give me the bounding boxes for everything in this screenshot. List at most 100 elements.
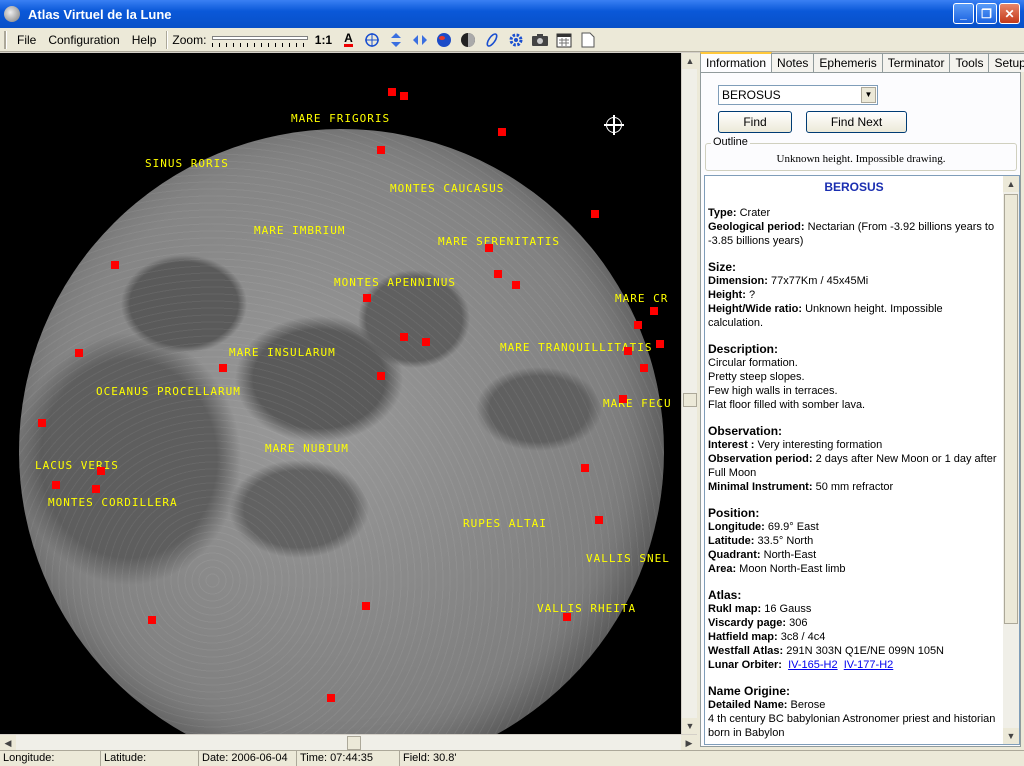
feature-marker[interactable] — [362, 602, 370, 610]
feature-marker[interactable] — [422, 338, 430, 346]
map-label[interactable]: MARE FRIGORIS — [291, 112, 390, 125]
feature-marker[interactable] — [75, 349, 83, 357]
scroll-right-icon[interactable]: ▶ — [681, 735, 697, 751]
camera-icon[interactable] — [529, 30, 551, 50]
feature-marker[interactable] — [148, 616, 156, 624]
map-label[interactable]: SINUS RORIS — [145, 157, 229, 170]
feature-marker[interactable] — [498, 128, 506, 136]
feature-marker[interactable] — [400, 333, 408, 341]
tab-setup[interactable]: Setup — [988, 53, 1024, 72]
close-button[interactable]: ✕ — [999, 3, 1020, 24]
feature-marker[interactable] — [591, 210, 599, 218]
feature-marker[interactable] — [563, 613, 571, 621]
scroll-up-icon[interactable]: ▲ — [1003, 176, 1019, 192]
tab-tools[interactable]: Tools — [949, 53, 990, 72]
scroll-thumb[interactable] — [1004, 194, 1018, 624]
flip-vertical-icon[interactable] — [385, 30, 407, 50]
feature-marker[interactable] — [377, 146, 385, 154]
calendar-icon[interactable] — [553, 30, 575, 50]
map-horizontal-scrollbar[interactable]: ◀ ▶ — [0, 734, 697, 751]
tab-notes[interactable]: Notes — [771, 53, 815, 72]
scroll-thumb[interactable] — [683, 393, 697, 407]
feature-marker[interactable] — [634, 321, 642, 329]
feature-marker[interactable] — [656, 340, 664, 348]
orbit-icon[interactable] — [481, 30, 503, 50]
zoom-label: Zoom: — [172, 32, 207, 47]
lunar-orbiter-link[interactable]: IV-177-H2 — [844, 659, 894, 671]
map-label[interactable]: LACUS VERIS — [35, 459, 119, 472]
status-latitude: Latitude: — [101, 751, 199, 766]
globe-icon[interactable] — [433, 30, 455, 50]
gear-icon[interactable] — [505, 30, 527, 50]
menu-toolbar: File Configuration Help Zoom: 1:1 A — [0, 28, 1024, 52]
crosshair-icon[interactable] — [361, 30, 383, 50]
feature-marker[interactable] — [400, 92, 408, 100]
scroll-up-icon[interactable]: ▲ — [682, 53, 698, 69]
feature-marker[interactable] — [97, 467, 105, 475]
map-label[interactable]: MARE INSULARUM — [229, 346, 336, 359]
moon-phase-icon[interactable] — [457, 30, 479, 50]
feature-marker[interactable] — [38, 419, 46, 427]
zoom-slider[interactable] — [210, 31, 310, 49]
find-next-button[interactable]: Find Next — [806, 111, 907, 133]
map-label[interactable]: MARE SERENITATIS — [438, 235, 560, 248]
map-vertical-scrollbar[interactable]: ▲ ▼ — [681, 53, 698, 734]
feature-marker[interactable] — [581, 464, 589, 472]
feature-marker[interactable] — [494, 270, 502, 278]
feature-marker[interactable] — [650, 307, 658, 315]
lunar-orbiter-link[interactable]: IV-165-H2 — [788, 659, 838, 671]
moon-map-view[interactable]: MARE FRIGORIS SINUS RORIS MONTES CAUCASU… — [0, 53, 681, 734]
map-label[interactable]: VALLIS SNEL — [586, 552, 670, 565]
feature-marker[interactable] — [485, 244, 493, 252]
section-description: Description: — [708, 342, 779, 356]
map-label[interactable]: MARE FECU — [603, 397, 672, 410]
feature-marker[interactable] — [512, 281, 520, 289]
feature-marker[interactable] — [640, 364, 648, 372]
map-label[interactable]: MARE IMBRIUM — [254, 224, 345, 237]
map-label[interactable]: RUPES ALTAI — [463, 517, 547, 530]
map-label[interactable]: OCEANUS PROCELLARUM — [96, 385, 241, 398]
feature-marker[interactable] — [388, 88, 396, 96]
feature-marker[interactable] — [111, 261, 119, 269]
feature-marker[interactable] — [377, 372, 385, 380]
map-label[interactable]: MONTES CAUCASUS — [390, 182, 504, 195]
chevron-down-icon[interactable]: ▼ — [861, 87, 876, 103]
map-label[interactable]: MARE CR — [615, 292, 668, 305]
tab-information[interactable]: Information — [700, 52, 773, 72]
new-page-icon[interactable] — [577, 30, 599, 50]
map-label[interactable]: MARE NUBIUM — [265, 442, 349, 455]
scroll-down-icon[interactable]: ▼ — [682, 718, 698, 734]
tab-ephemeris[interactable]: Ephemeris — [813, 53, 883, 72]
feature-marker[interactable] — [219, 364, 227, 372]
map-label[interactable]: MONTES APENNINUS — [334, 276, 456, 289]
menu-configuration[interactable]: Configuration — [42, 33, 125, 47]
zoom-1to1-button[interactable]: 1:1 — [311, 30, 335, 50]
feature-marker[interactable] — [327, 694, 335, 702]
info-scrollbar[interactable]: ▲ ▼ — [1003, 175, 1020, 745]
panel-tabs: Information Notes Ephemeris Terminator T… — [700, 52, 1024, 73]
scroll-down-icon[interactable]: ▼ — [1003, 728, 1019, 744]
tab-terminator[interactable]: Terminator — [881, 53, 951, 72]
font-color-icon[interactable]: A — [337, 30, 359, 50]
feature-marker[interactable] — [363, 294, 371, 302]
map-label[interactable]: VALLIS RHEITA — [537, 602, 636, 615]
section-observation: Observation: — [708, 424, 783, 438]
flip-horizontal-icon[interactable] — [409, 30, 431, 50]
status-bar: Longitude: Latitude: Date: 2006-06-04 Ti… — [0, 750, 1024, 766]
feature-marker[interactable] — [595, 516, 603, 524]
menu-file[interactable]: File — [11, 33, 42, 47]
maximize-button[interactable]: ❐ — [976, 3, 997, 24]
section-atlas: Atlas: — [708, 588, 742, 602]
menu-help[interactable]: Help — [126, 33, 163, 47]
scroll-left-icon[interactable]: ◀ — [0, 735, 16, 751]
feature-marker[interactable] — [624, 347, 632, 355]
scroll-thumb[interactable] — [347, 736, 361, 750]
map-label[interactable]: MONTES CORDILLERA — [48, 496, 178, 509]
feature-marker[interactable] — [52, 481, 60, 489]
feature-select[interactable]: BEROSUS ▼ — [718, 85, 878, 105]
minimize-button[interactable]: _ — [953, 3, 974, 24]
feature-marker[interactable] — [92, 485, 100, 493]
info-panel: Information Notes Ephemeris Terminator T… — [697, 52, 1024, 750]
find-button[interactable]: Find — [718, 111, 792, 133]
feature-marker[interactable] — [619, 395, 627, 403]
